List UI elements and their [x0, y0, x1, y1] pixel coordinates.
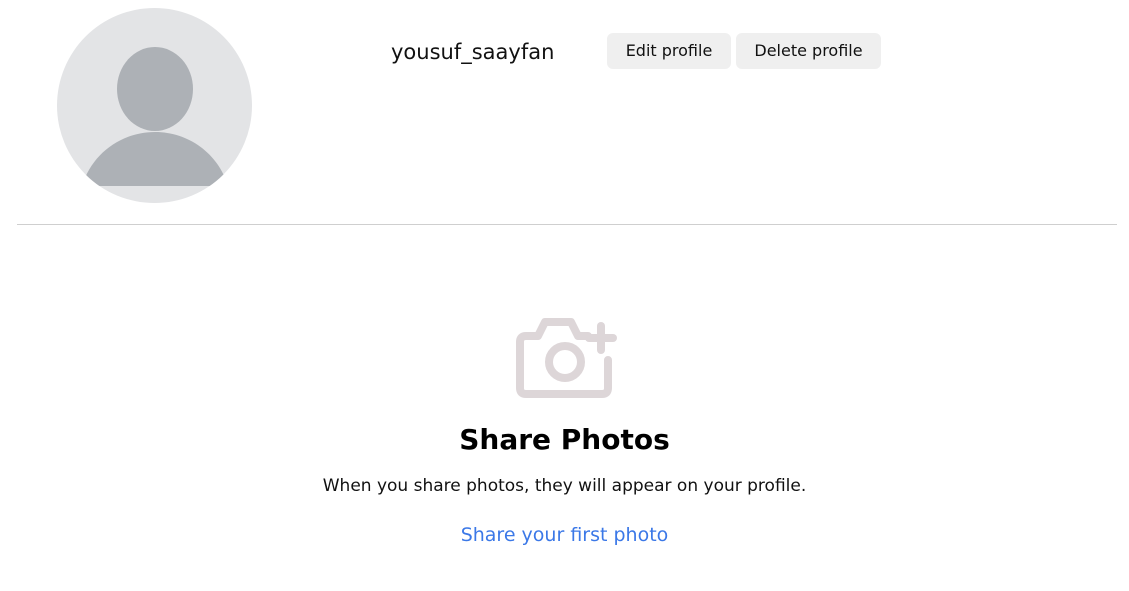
default-user-avatar-icon	[82, 47, 228, 186]
profile-page: yousuf_saayfan Edit profile Delete profi…	[0, 0, 1129, 591]
profile-username: yousuf_saayfan	[391, 40, 555, 64]
avatar[interactable]	[57, 8, 252, 203]
delete-profile-button[interactable]: Delete profile	[736, 33, 881, 69]
empty-state-text: When you share photos, they will appear …	[322, 476, 807, 496]
camera-plus-icon	[516, 318, 617, 398]
divider	[17, 224, 1117, 225]
edit-profile-button[interactable]: Edit profile	[607, 33, 731, 69]
empty-state-title: Share Photos	[459, 423, 670, 456]
share-first-photo-link[interactable]: Share your first photo	[461, 524, 669, 546]
